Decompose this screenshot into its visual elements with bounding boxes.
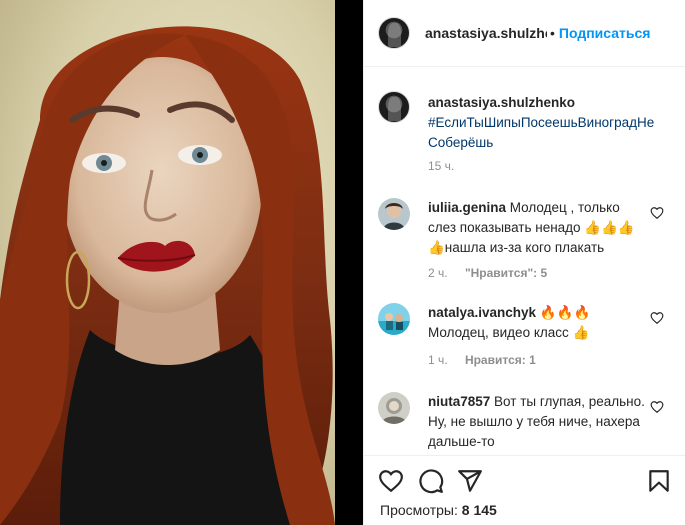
post-actions: Просмотры: 8 145: [364, 455, 685, 525]
comment-icon[interactable]: [418, 468, 444, 494]
share-icon[interactable]: [457, 468, 483, 494]
views-label: Просмотры:: [380, 502, 458, 518]
view-count: Просмотры: 8 145: [380, 502, 497, 518]
post-video[interactable]: [0, 0, 363, 525]
commenter-avatar[interactable]: [378, 198, 410, 230]
comment-likes[interactable]: "Нравится": 5: [465, 266, 547, 280]
author-avatar[interactable]: [378, 17, 410, 49]
post-details-panel: anastasiya.shulzhenko • Подписаться anas…: [363, 0, 685, 525]
follow-button[interactable]: Подписаться: [559, 25, 651, 41]
bookmark-icon[interactable]: [646, 468, 672, 494]
comment-text: iuliia.genina Молодец , только слез пока…: [428, 198, 650, 258]
caption-username[interactable]: anastasiya.shulzhenko: [428, 95, 575, 110]
video-frame[interactable]: [0, 0, 335, 525]
comment-likes[interactable]: Нравится: 1: [465, 353, 536, 367]
author-username[interactable]: anastasiya.shulzhenko: [425, 25, 547, 41]
caption-hashtag[interactable]: #ЕслиТыШипыПосеешьВиноградНеСоберёшь: [428, 115, 654, 150]
commenter-avatar[interactable]: [378, 303, 410, 335]
views-number: 8 145: [461, 502, 497, 518]
like-comment-icon[interactable]: [650, 400, 664, 414]
caption-text: anastasiya.shulzhenko #ЕслиТыШипыПосеешь…: [428, 93, 656, 153]
post-header: anastasiya.shulzhenko • Подписаться: [364, 0, 685, 67]
caption-avatar[interactable]: [378, 91, 410, 123]
comment-time[interactable]: 2 ч.: [428, 266, 448, 280]
commenter-avatar[interactable]: [378, 392, 410, 424]
heart-icon[interactable]: [378, 468, 404, 494]
separator-dot: •: [550, 25, 555, 41]
like-comment-icon[interactable]: [650, 206, 664, 220]
post-dialog: anastasiya.shulzhenko • Подписаться anas…: [0, 0, 685, 525]
comment-username[interactable]: iuliia.genina: [428, 200, 506, 215]
comment-text: niuta7857 Вот ты глупая, реально. Ну, не…: [428, 392, 650, 452]
comments-list[interactable]: anastasiya.shulzhenko #ЕслиТыШипыПосеешь…: [364, 68, 685, 455]
comment-time[interactable]: 1 ч.: [428, 353, 448, 367]
comment-text: natalya.ivanchyk 🔥🔥🔥 Молодец, видео клас…: [428, 303, 650, 343]
comment-username[interactable]: niuta7857: [428, 394, 490, 409]
comment-meta: 1 ч. Нравится: 1: [428, 353, 550, 367]
comment-username[interactable]: natalya.ivanchyk: [428, 305, 536, 320]
comment-meta: 2 ч. "Нравится": 5: [428, 266, 561, 280]
like-comment-icon[interactable]: [650, 311, 664, 325]
caption-time[interactable]: 15 ч.: [428, 159, 454, 173]
